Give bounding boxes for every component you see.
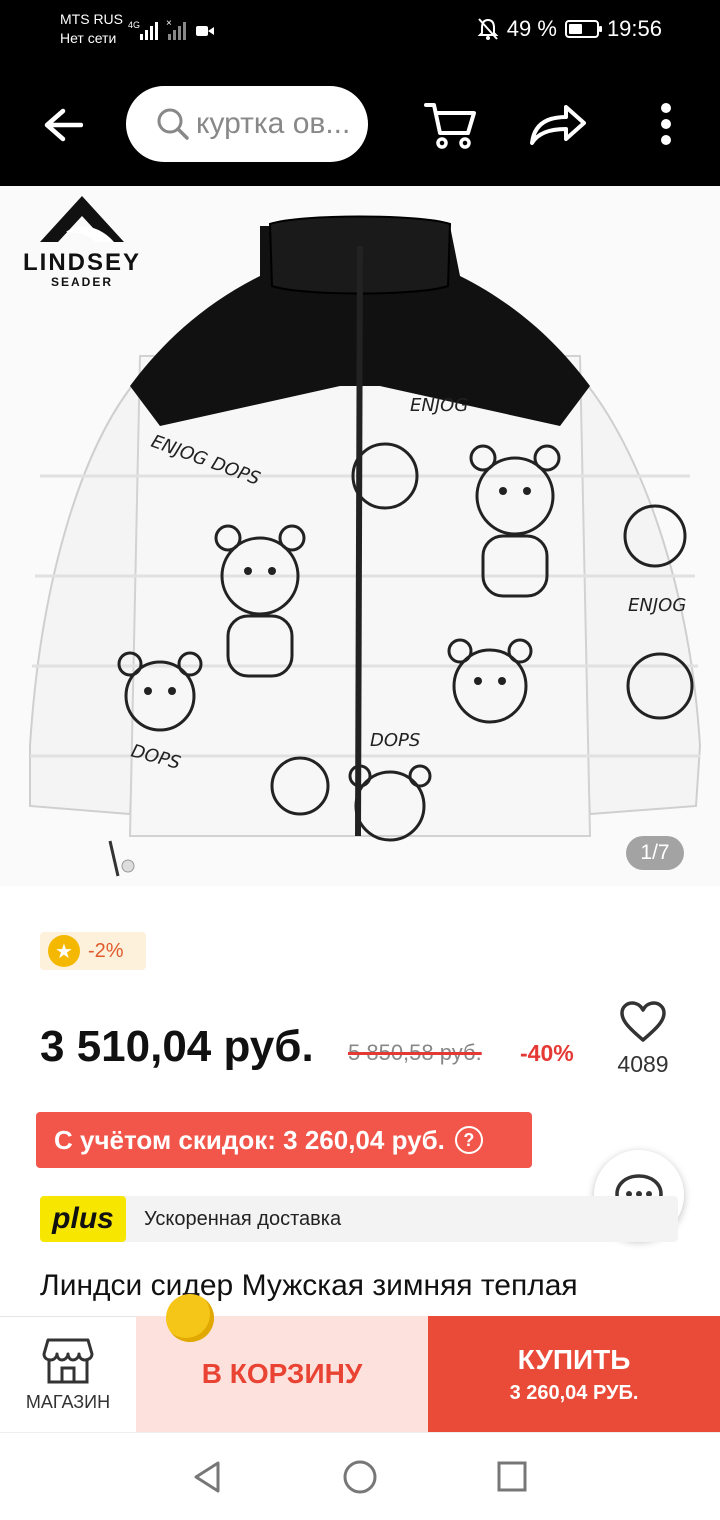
back-button[interactable] bbox=[38, 100, 88, 150]
svg-text:×: × bbox=[166, 18, 172, 29]
add-to-cart-label: В КОРЗИНУ bbox=[201, 1358, 363, 1389]
status-right: 49 % 19:56 bbox=[477, 16, 662, 42]
share-icon bbox=[530, 105, 586, 145]
share-button[interactable] bbox=[526, 96, 590, 152]
brand-logo-mark bbox=[40, 196, 124, 242]
discount-price-banner[interactable]: С учётом скидок: 3 260,04 руб. ? bbox=[36, 1112, 532, 1168]
svg-text:ENJOG: ENJOG bbox=[628, 595, 686, 616]
favorites-count: 4089 bbox=[617, 1051, 669, 1077]
svg-text:DOPS: DOPS bbox=[370, 730, 420, 751]
signal-icon: 4G × bbox=[128, 18, 214, 40]
image-counter: 1/7 bbox=[626, 836, 684, 870]
status-bar: MTS RUS Нет сети 4G × 49 % 19:56 bbox=[0, 0, 720, 62]
shop-label: МАГАЗИН bbox=[25, 1392, 111, 1412]
coin-icon: ★ bbox=[48, 935, 80, 967]
search-box[interactable]: куртка ов... bbox=[126, 86, 368, 162]
mute-bell-icon bbox=[477, 18, 499, 40]
delivery-text: Ускоренная доставка bbox=[144, 1207, 342, 1230]
network-status: Нет сети bbox=[60, 30, 117, 46]
screen: MTS RUS Нет сети 4G × 49 % 19:56 куртка … bbox=[0, 0, 720, 1520]
carrier-name: MTS RUS bbox=[60, 11, 123, 27]
store-icon bbox=[42, 1338, 94, 1384]
brand-name: LINDSEY bbox=[22, 249, 141, 276]
coin-discount-badge[interactable]: ★ -2% bbox=[40, 932, 146, 970]
svg-text:4G: 4G bbox=[128, 20, 140, 30]
brand-logo: LINDSEY SEADER bbox=[10, 192, 154, 289]
product-title: Линдси сидер Мужская зимняя теплая bbox=[40, 1269, 578, 1302]
plus-badge: plus bbox=[40, 1196, 126, 1242]
more-button[interactable] bbox=[646, 98, 686, 150]
floating-coin-icon[interactable] bbox=[166, 1294, 214, 1342]
back-arrow-icon bbox=[44, 108, 83, 142]
question-icon[interactable]: ? bbox=[454, 1126, 483, 1154]
discount-percent: -40% bbox=[520, 1040, 574, 1066]
shop-button[interactable]: МАГАЗИН bbox=[0, 1316, 136, 1432]
system-nav-bar bbox=[0, 1432, 720, 1520]
discount-price-text: С учётом скидок: 3 260,04 руб. bbox=[54, 1124, 445, 1155]
current-price: 3 510,04 руб. bbox=[40, 1022, 314, 1071]
buy-price: 3 260,04 РУБ. bbox=[509, 1381, 639, 1404]
battery-icon bbox=[564, 20, 602, 38]
nav-home-icon[interactable] bbox=[342, 1459, 378, 1495]
plus-delivery-row[interactable]: plus Ускоренная доставка bbox=[40, 1196, 678, 1242]
top-nav: куртка ов... bbox=[0, 62, 720, 186]
clock: 19:56 bbox=[606, 16, 662, 41]
more-icon bbox=[661, 103, 671, 145]
old-price: 5 850,58 руб. bbox=[348, 1040, 482, 1065]
cart-button[interactable] bbox=[420, 94, 480, 154]
buy-button[interactable]: КУПИТЬ 3 260,04 РУБ. bbox=[428, 1316, 720, 1432]
product-image[interactable]: ENJOG DOPS ENJOG ENJOG DOPS DOPS bbox=[0, 186, 720, 886]
svg-text:ENJOG: ENJOG bbox=[410, 395, 468, 416]
carrier-info: MTS RUS Нет сети bbox=[60, 10, 123, 48]
search-icon bbox=[157, 108, 189, 140]
battery-percent: 49 % bbox=[506, 16, 557, 41]
coin-discount-text: -2% bbox=[88, 939, 124, 962]
cart-icon bbox=[424, 103, 476, 149]
nav-recents-icon[interactable] bbox=[496, 1459, 528, 1495]
brand-subname: SEADER bbox=[50, 275, 113, 289]
search-input[interactable]: куртка ов... bbox=[196, 107, 366, 141]
jacket-image: ENJOG DOPS ENJOG ENJOG DOPS DOPS bbox=[0, 186, 720, 886]
buy-label: КУПИТЬ bbox=[517, 1343, 631, 1375]
nav-back-icon[interactable] bbox=[190, 1459, 224, 1495]
bottom-action-bar: МАГАЗИН В КОРЗИНУ КУПИТЬ 3 260,04 РУБ. bbox=[0, 1316, 720, 1432]
favorite-button[interactable]: 4089 bbox=[612, 1000, 674, 1078]
heart-icon bbox=[620, 1001, 666, 1042]
